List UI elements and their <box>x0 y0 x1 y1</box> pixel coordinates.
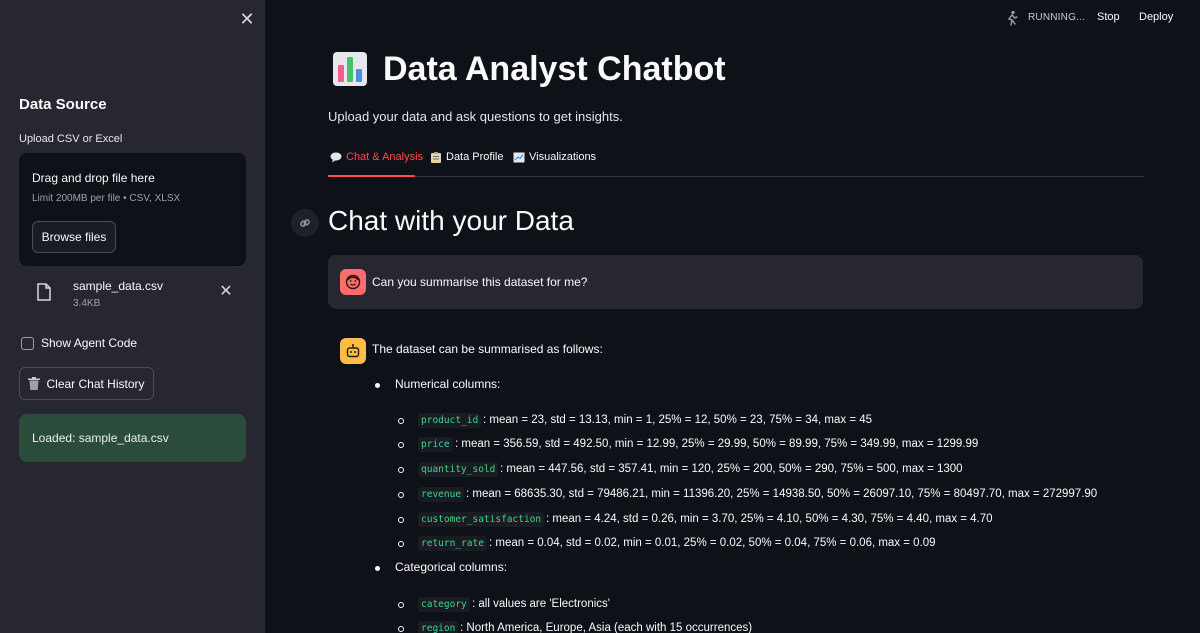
stop-button[interactable]: Stop <box>1097 11 1120 23</box>
checkbox-label: Show Agent Code <box>41 336 138 350</box>
robot-icon <box>346 344 360 358</box>
active-tab-indicator <box>328 175 415 177</box>
bullet <box>398 517 404 523</box>
file-size: 3.4KB <box>73 298 101 309</box>
upload-label: Upload CSV or Excel <box>19 133 123 145</box>
column-stats: : all values are 'Electronics' <box>472 598 610 610</box>
user-message-text: Can you summarise this dataset for me? <box>372 275 588 289</box>
section-heading-text: Numerical columns: <box>395 377 501 391</box>
user-message: Can you summarise this dataset for me? <box>328 255 1143 309</box>
chat-heading: Chat with your Data <box>328 205 574 236</box>
column-name-code: product_id <box>418 413 482 428</box>
bullet <box>398 626 404 632</box>
speech-bubble-icon <box>330 152 342 162</box>
loaded-status-text: Loaded: sample_data.csv <box>32 431 169 445</box>
section-heading-text: Categorical columns: <box>395 560 508 574</box>
tab-label: Chat & Analysis <box>346 151 424 163</box>
column-name-code: revenue <box>418 487 465 502</box>
uploaded-file: sample_data.csv 3.4KB ✕ <box>19 276 246 316</box>
chart-icon <box>513 152 525 162</box>
assistant-avatar <box>340 338 366 364</box>
dropzone-limit: Limit 200MB per file • CSV, XLSX <box>32 193 181 204</box>
column-stats: : mean = 447.56, std = 357.41, min = 120… <box>500 463 963 475</box>
bullet <box>375 566 380 571</box>
column-name-code: region <box>418 621 459 633</box>
column-name-code: quantity_sold <box>418 462 499 477</box>
file-icon <box>37 283 51 301</box>
clear-chat-history-button[interactable]: Clear Chat History <box>19 367 154 400</box>
tab-label: Data Profile <box>446 151 504 163</box>
bullet <box>398 492 404 498</box>
column-name-code: customer_satisfaction <box>418 512 545 527</box>
column-stats: : mean = 68635.30, std = 79486.21, min =… <box>466 488 1098 500</box>
running-person-icon <box>1007 10 1018 26</box>
tab-visualizations[interactable]: Visualizations <box>513 151 596 163</box>
column-stats: : North America, Europe, Asia (each with… <box>460 622 753 633</box>
heading-anchor-link[interactable] <box>291 209 319 237</box>
column-stats: : mean = 23, std = 13.13, min = 1, 25% =… <box>483 414 873 426</box>
column-stats: : mean = 4.24, std = 0.26, min = 3.70, 2… <box>546 513 993 525</box>
column-name-code: category <box>418 597 470 612</box>
bar-chart-icon <box>333 52 367 86</box>
file-dropzone[interactable]: Drag and drop file here Limit 200MB per … <box>19 153 246 266</box>
clipboard-icon <box>431 151 441 163</box>
checkbox-box[interactable] <box>21 337 34 350</box>
user-avatar <box>340 269 366 295</box>
column-stats: : mean = 356.59, std = 492.50, min = 12.… <box>455 438 979 450</box>
bullet <box>398 541 404 547</box>
clear-button-label: Clear Chat History <box>46 376 145 391</box>
browse-files-button[interactable]: Browse files <box>32 221 116 253</box>
close-sidebar-icon[interactable]: ✕ <box>238 10 256 28</box>
tab-chat-analysis[interactable]: Chat & Analysis <box>330 151 423 163</box>
column-name-code: return_rate <box>418 536 487 551</box>
top-toolbar: RUNNING... Stop Deploy <box>1000 8 1200 30</box>
page-subtitle: Upload your data and ask questions to ge… <box>328 109 623 124</box>
trash-icon <box>28 377 41 390</box>
bullet <box>398 602 404 608</box>
bullet <box>398 467 404 473</box>
page-title: Data Analyst Chatbot <box>383 50 726 88</box>
column-name-code: price <box>418 437 453 452</box>
loaded-status-alert: Loaded: sample_data.csv <box>19 414 246 462</box>
dropzone-title: Drag and drop file here <box>32 171 155 185</box>
tab-label: Visualizations <box>529 151 597 163</box>
assistant-intro-text: The dataset can be summarised as follows… <box>372 342 603 356</box>
sidebar-title: Data Source <box>19 96 107 113</box>
bullet <box>375 383 380 388</box>
tab-data-profile[interactable]: Data Profile <box>430 151 503 163</box>
sidebar: ✕ Data Source Upload CSV or Excel Drag a… <box>0 0 265 633</box>
running-status: RUNNING... <box>1028 12 1085 23</box>
tab-bar: Chat & Analysis Data Profile Visualizati… <box>328 146 1144 177</box>
link-icon <box>300 219 310 227</box>
remove-file-icon[interactable]: ✕ <box>218 284 234 300</box>
user-face-icon <box>345 274 361 290</box>
column-stats: : mean = 0.04, std = 0.02, min = 0.01, 2… <box>489 537 936 549</box>
app-window: ✕ Data Source Upload CSV or Excel Drag a… <box>0 0 1200 633</box>
file-name: sample_data.csv <box>73 279 164 293</box>
deploy-button[interactable]: Deploy <box>1139 11 1173 23</box>
bullet <box>398 418 404 424</box>
bullet <box>398 442 404 448</box>
